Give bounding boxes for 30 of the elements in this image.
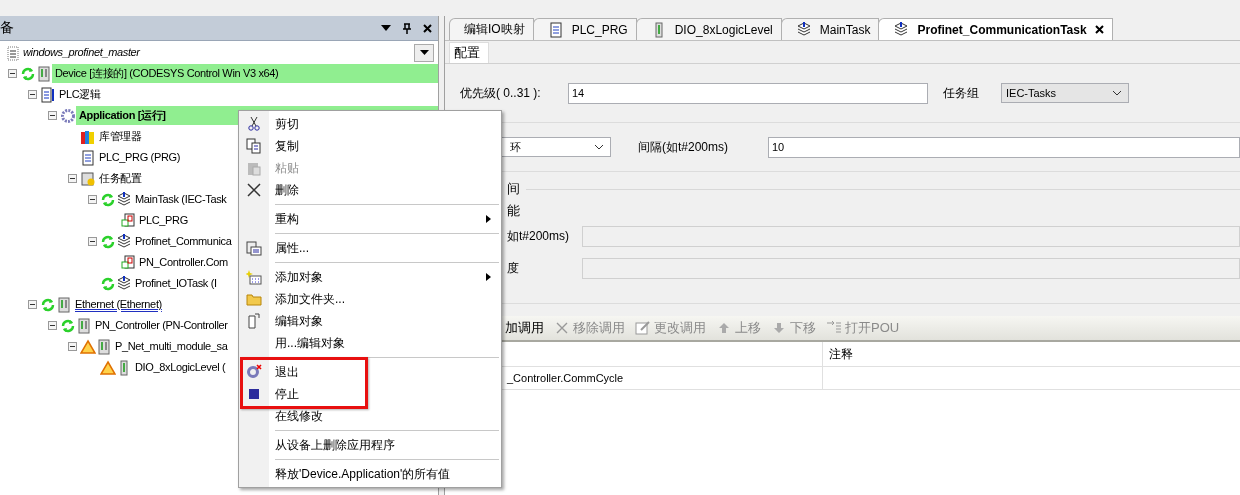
menu-item-label: 在线修改 xyxy=(274,407,324,425)
menu-item-label: 剪切 xyxy=(274,115,300,133)
tab-label: PLC_PRG xyxy=(571,22,628,37)
tab-label: DIO_8xLogicLevel xyxy=(674,22,773,37)
option-label: 能 xyxy=(507,202,520,220)
column-header: 注释 xyxy=(829,345,853,363)
menu-item-label: 属性... xyxy=(274,239,310,257)
tab-label: 编辑IO映射 xyxy=(464,21,525,38)
menu-item-label: 编辑对象 xyxy=(274,312,324,330)
menu-item-label: 删除 xyxy=(274,181,300,199)
field-label: 度 xyxy=(507,259,520,277)
menu-item-label: 重构 xyxy=(274,210,300,228)
menu-item-label: 退出 xyxy=(274,363,300,381)
tab-label: Profinet_CommunicationTask xyxy=(917,22,1087,37)
menu-item-label: 粘贴 xyxy=(274,159,300,177)
menu-item-label: 释放'Device.Application'的所有值 xyxy=(274,465,452,483)
menu-item-label: 复制 xyxy=(274,137,300,155)
menu-item-label: 用...编辑对象 xyxy=(274,334,346,352)
table-cell: _Controller.CommCycle xyxy=(507,372,624,384)
field-label: 任务组 xyxy=(943,84,980,102)
field-label: 优先级( 0..31 ): xyxy=(460,84,542,102)
menu-item-label: 从设备上删除应用程序 xyxy=(274,436,396,454)
menu-item-label: 添加文件夹... xyxy=(274,290,346,308)
menu-item-label: 添加对象 xyxy=(274,268,324,286)
panel-title: 备 xyxy=(0,19,15,37)
menu-item-label: 停止 xyxy=(274,385,300,403)
field-label: 间隔(如t#200ms) xyxy=(638,138,730,156)
section-heading: 间 xyxy=(507,180,520,198)
tab-label: MainTask xyxy=(819,22,871,37)
field-label: 如t#200ms) xyxy=(507,227,571,245)
